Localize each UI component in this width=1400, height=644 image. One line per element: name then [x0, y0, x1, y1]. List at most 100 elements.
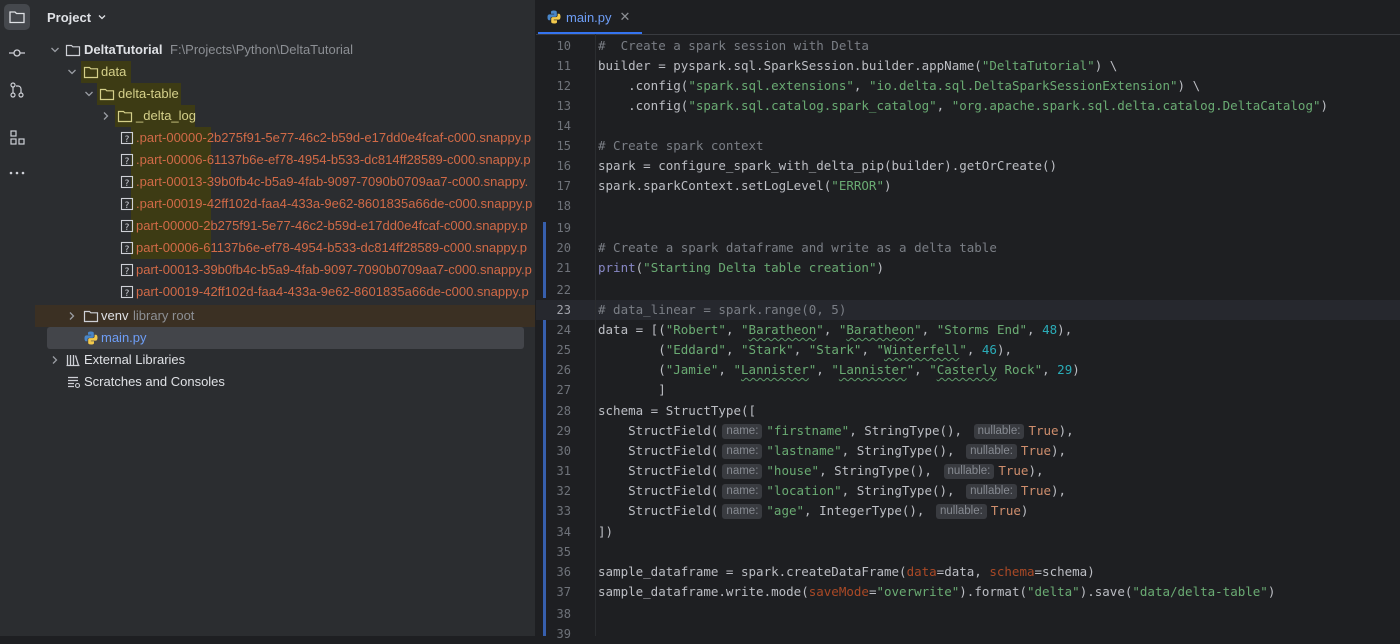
chevron-down-icon[interactable] — [49, 44, 61, 56]
tree-item-external-libraries[interactable]: External Libraries — [35, 349, 535, 371]
line-number: 19 — [556, 221, 571, 235]
line-number: 30 — [556, 444, 571, 458]
tree-item-label: part-00013-39b0fb4c-b5a9-4fab-9097-7090b… — [136, 262, 532, 277]
tree-item-data[interactable]: data — [35, 61, 535, 83]
unknown-file-icon: ? — [120, 285, 134, 299]
svg-text:?: ? — [125, 135, 130, 145]
code-line: StructField(name: "firstname", StringType… — [598, 423, 1074, 439]
svg-text:?: ? — [125, 157, 130, 167]
line-number: 26 — [556, 363, 571, 377]
line-number-gutter: 10 11 12 13 14 15 16 17 18 19 20 21 22 2… — [536, 34, 594, 641]
tree-item-file[interactable]: ? part-00006-61137b6e-ef78-4954-b533-dc8… — [35, 237, 535, 259]
code-line: spark.sparkContext.setLogLevel("ERROR") — [598, 178, 892, 193]
chevron-down-icon[interactable] — [83, 88, 95, 100]
line-number: 14 — [556, 119, 571, 133]
tree-item-file[interactable]: ? .part-00000-2b275f91-5e77-46c2-b59d-e1… — [35, 127, 535, 149]
line-number: 12 — [556, 79, 571, 93]
tree-item-deltatutorial[interactable]: DeltaTutorial F:\Projects\Python\DeltaTu… — [35, 39, 535, 61]
gutter-separator — [595, 34, 596, 636]
unknown-file-icon: ? — [120, 131, 134, 145]
python-file-icon — [84, 331, 98, 345]
svg-text:?: ? — [125, 245, 130, 255]
code-line: # Create a spark session with Delta — [598, 38, 869, 53]
tree-item-file[interactable]: ? part-00013-39b0fb4c-b5a9-4fab-9097-709… — [35, 259, 535, 281]
parameter-hint: nullable: — [966, 444, 1017, 459]
chevron-down-icon[interactable] — [66, 66, 78, 78]
tree-item-file[interactable]: ? .part-00013-39b0fb4c-b5a9-4fab-9097-70… — [35, 171, 535, 193]
tree-item-file[interactable]: ? part-00019-42ff102d-faa4-433a-9e62-860… — [35, 281, 535, 303]
line-number: 24 — [556, 323, 571, 337]
unknown-file-icon: ? — [120, 175, 134, 189]
tree-item-label: venv — [101, 308, 129, 323]
code-line: spark = configure_spark_with_delta_pip(b… — [598, 158, 1058, 173]
tree-item-main-py[interactable]: main.py — [35, 327, 535, 349]
chevron-right-icon[interactable] — [49, 354, 61, 366]
tree-item-scratches[interactable]: Scratches and Consoles — [35, 371, 535, 393]
code-line: StructField(name: "house", StringType(), … — [598, 463, 1044, 479]
parameter-hint: nullable: — [973, 424, 1025, 439]
tab-label: main.py — [566, 9, 612, 25]
tree-item-venv[interactable]: venv library root — [35, 305, 535, 327]
line-number: 11 — [556, 59, 571, 73]
code-line: sample_dataframe.write.mode(saveMode="ov… — [598, 584, 1276, 599]
tree-item-file[interactable]: ? .part-00019-42ff102d-faa4-433a-9e62-86… — [35, 193, 535, 215]
tree-item-label: DeltaTutorial — [84, 42, 163, 57]
line-number: 23 — [556, 303, 571, 317]
scratches-icon — [68, 376, 81, 389]
tree-item-file[interactable]: ? .part-00006-61137b6e-ef78-4954-b533-dc… — [35, 149, 535, 171]
tree-item-label: part-00019-42ff102d-faa4-433a-9e62-86018… — [136, 284, 529, 299]
structure-tool-button[interactable] — [4, 124, 30, 150]
tree-item-label: main.py — [101, 330, 147, 345]
project-panel: Project DeltaTutorial F:\Projects\Python… — [35, 0, 536, 636]
tree-item-file[interactable]: ? part-00000-2b275f91-5e77-46c2-b59d-e17… — [35, 215, 535, 237]
line-number: 13 — [556, 99, 571, 113]
tree-item-delta-table[interactable]: delta-table — [35, 83, 535, 105]
unknown-file-icon: ? — [120, 241, 134, 255]
chevron-down-icon — [98, 15, 106, 20]
line-number: 34 — [556, 525, 571, 539]
line-number: 18 — [556, 199, 571, 213]
unknown-file-icon: ? — [120, 197, 134, 211]
ide-window: Project DeltaTutorial F:\Projects\Python… — [0, 0, 1400, 641]
line-number: 36 — [556, 565, 571, 579]
tree-item-label: .part-00000-2b275f91-5e77-46c2-b59d-e17d… — [136, 130, 532, 145]
code-line: StructField(name: "location", StringType(… — [598, 483, 1067, 499]
unknown-file-icon: ? — [120, 219, 134, 233]
code-line: .config("spark.sql.extensions", "io.delt… — [598, 78, 1201, 93]
pull-requests-tool-button[interactable] — [4, 77, 30, 103]
code-line: ]) — [598, 524, 614, 539]
project-tool-button[interactable] — [4, 4, 30, 30]
more-tools-button[interactable] — [4, 160, 30, 186]
folder-icon — [9, 11, 25, 24]
svg-text:?: ? — [125, 201, 130, 211]
unknown-file-icon: ? — [120, 153, 134, 167]
svg-text:?: ? — [125, 179, 130, 189]
python-file-icon — [547, 10, 561, 24]
line-number: 38 — [556, 607, 571, 621]
branch-icon — [10, 82, 24, 98]
close-icon[interactable]: ✕ — [620, 9, 631, 25]
tree-item-delta-log[interactable]: _delta_log — [35, 105, 535, 127]
line-number: 37 — [556, 585, 571, 599]
line-number: 17 — [556, 179, 571, 193]
line-number: 20 — [556, 241, 571, 255]
tree-item-label: delta-table — [118, 86, 179, 101]
editor: main.py ✕ 10 11 12 13 14 15 16 17 18 19 … — [536, 0, 1400, 641]
svg-text:?: ? — [125, 267, 130, 277]
chevron-right-icon[interactable] — [66, 310, 78, 322]
line-number: 27 — [556, 383, 571, 397]
parameter-hint: nullable: — [943, 464, 995, 479]
parameter-hint: name: — [722, 484, 763, 499]
tab-main-py[interactable]: main.py ✕ — [546, 0, 630, 34]
library-icon — [66, 355, 80, 367]
code-line: schema = StructType([ — [598, 403, 757, 418]
code-line: StructField(name: "lastname", StringType(… — [598, 443, 1067, 459]
code-line: data = [("Robert", "Baratheon", "Barathe… — [598, 322, 1073, 337]
tree-item-label: .part-00013-39b0fb4c-b5a9-4fab-9097-7090… — [136, 174, 529, 189]
commit-tool-button[interactable] — [4, 40, 30, 66]
line-number: 21 — [556, 261, 571, 275]
folder-icon — [117, 110, 133, 123]
chevron-right-icon[interactable] — [100, 110, 112, 122]
parameter-hint: nullable: — [935, 504, 987, 519]
project-panel-header[interactable]: Project — [47, 8, 107, 26]
